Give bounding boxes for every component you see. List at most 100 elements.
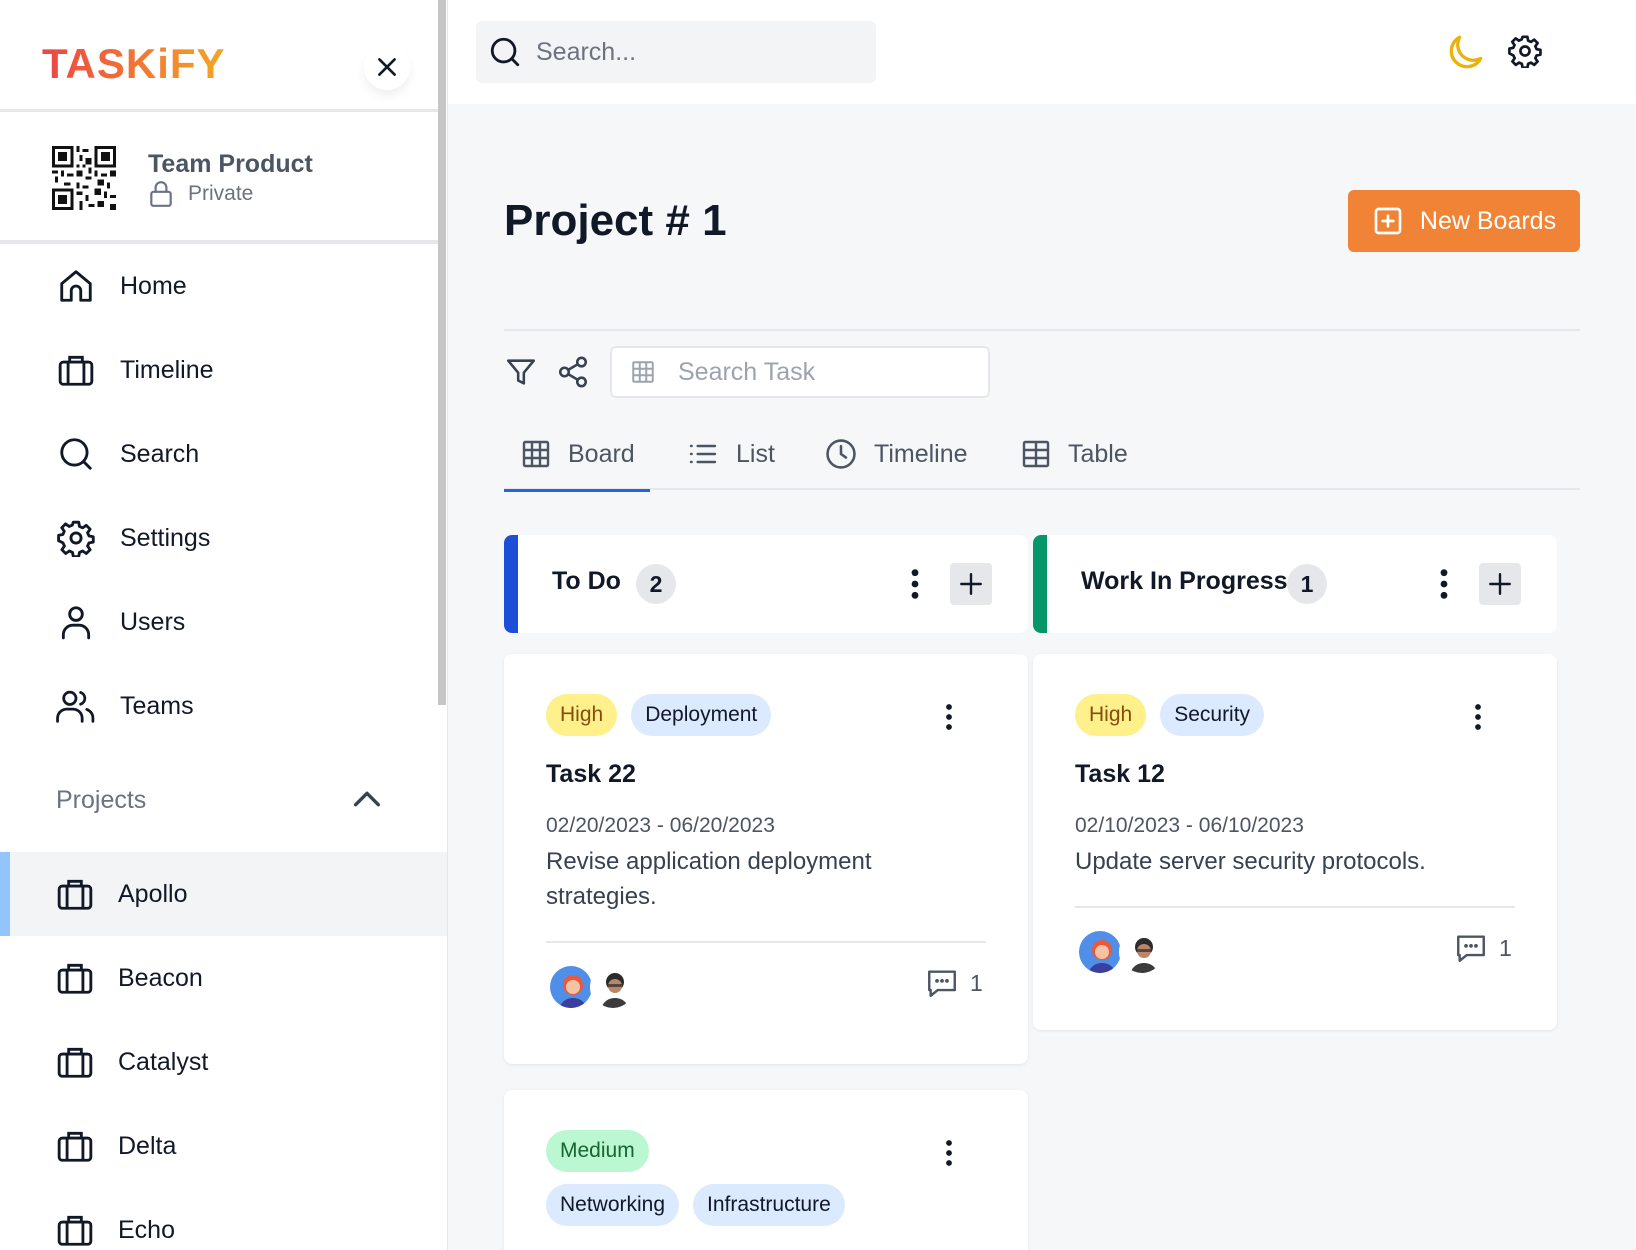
users-icon	[56, 686, 96, 726]
sidebar-item-label: Timeline	[120, 355, 214, 384]
more-vertical-icon[interactable]	[1473, 702, 1483, 732]
comments-count[interactable]: 1	[1453, 931, 1512, 965]
tab-board[interactable]: Board	[504, 418, 650, 492]
task-card[interactable]: High Deployment Task 22 02/20/2023 - 06/…	[504, 654, 1028, 1064]
global-search[interactable]	[476, 21, 876, 83]
search-input[interactable]	[536, 37, 856, 67]
task-card[interactable]: Medium Networking Infrastructure	[504, 1090, 1028, 1250]
project-item-beacon[interactable]: Beacon	[0, 936, 447, 1020]
home-icon	[56, 266, 96, 306]
sidebar-item-label: Search	[120, 439, 200, 468]
more-vertical-icon[interactable]	[944, 702, 954, 732]
briefcase-icon	[56, 875, 94, 913]
sidebar-item-label: Home	[120, 271, 187, 300]
tab-table[interactable]: Table	[1020, 418, 1128, 490]
task-title: Task 12	[1075, 760, 1165, 788]
task-title: Task 22	[546, 760, 636, 788]
column-count-badge: 2	[636, 564, 676, 604]
sidebar: TASKiFY Team Product Private Home Timeli…	[0, 0, 448, 1250]
project-item-label: Apollo	[118, 879, 188, 908]
comments-count[interactable]: 1	[924, 966, 983, 1000]
briefcase-icon	[56, 959, 94, 997]
task-dates: 02/10/2023 - 06/10/2023	[1075, 814, 1304, 837]
task-toolbar	[504, 344, 990, 400]
project-item-catalyst[interactable]: Catalyst	[0, 1020, 447, 1104]
column-header-in-progress: Work In Progress 1	[1033, 535, 1557, 633]
more-vertical-icon[interactable]	[944, 1138, 954, 1168]
task-description: Update server security protocols.	[1075, 848, 1426, 875]
gear-icon[interactable]	[1508, 34, 1542, 68]
project-item-echo[interactable]: Echo	[0, 1188, 447, 1250]
add-task-button[interactable]	[950, 563, 992, 605]
team-name: Team Product	[148, 150, 313, 178]
task-tags: Medium	[546, 1130, 649, 1172]
avatar[interactable]	[1119, 929, 1165, 975]
search-icon	[56, 434, 96, 474]
card-divider	[1075, 906, 1515, 908]
assignee-avatars	[548, 964, 636, 1010]
tab-label: List	[736, 439, 775, 468]
share-icon	[558, 356, 588, 388]
tab-label: Timeline	[874, 439, 968, 468]
sidebar-item-teams[interactable]: Teams	[0, 664, 438, 748]
project-item-apollo[interactable]: Apollo	[0, 852, 447, 936]
chat-icon	[928, 970, 956, 997]
avatar[interactable]	[590, 964, 636, 1010]
team-visibility-label: Private	[188, 182, 254, 205]
team-switcher[interactable]: Team Product Private	[0, 112, 438, 244]
view-tabs: Board List Timeline Table	[504, 418, 1580, 492]
project-item-label: Delta	[118, 1131, 177, 1160]
task-search[interactable]	[610, 346, 990, 398]
moon-icon[interactable]	[1444, 30, 1488, 74]
avatar[interactable]	[1077, 929, 1123, 975]
lock-icon	[150, 181, 172, 207]
sidebar-item-search[interactable]: Search	[0, 412, 438, 496]
briefcase-icon	[56, 1127, 94, 1165]
header-divider	[504, 329, 1580, 331]
table-icon	[1022, 440, 1050, 468]
projects-heading: Projects	[56, 785, 147, 814]
grid-icon	[522, 440, 550, 468]
task-card[interactable]: High Security Task 12 02/10/2023 - 06/10…	[1033, 654, 1557, 1030]
share-button[interactable]	[556, 355, 590, 389]
sidebar-scrollbar[interactable]	[438, 0, 446, 705]
filter-button[interactable]	[504, 355, 538, 389]
chevron-up-icon	[353, 791, 381, 807]
task-search-input[interactable]	[678, 357, 958, 387]
sidebar-item-home[interactable]: Home	[0, 244, 438, 328]
briefcase-icon	[56, 350, 96, 390]
close-sidebar-button[interactable]	[364, 44, 410, 90]
projects-section-header[interactable]: Projects	[0, 760, 438, 840]
category-tag: Deployment	[631, 694, 772, 736]
column-header-todo: To Do 2	[504, 535, 1028, 633]
sidebar-header: TASKiFY	[0, 0, 438, 112]
column-title: Work In Progress	[1081, 567, 1288, 595]
grid-icon	[632, 361, 654, 383]
project-item-label: Beacon	[118, 963, 203, 992]
sidebar-item-settings[interactable]: Settings	[0, 496, 438, 580]
close-icon	[378, 58, 396, 76]
task-description: Revise application deployment strategies…	[546, 848, 872, 910]
new-boards-button[interactable]: New Boards	[1348, 190, 1580, 252]
more-vertical-icon[interactable]	[1439, 567, 1449, 601]
gear-icon	[56, 518, 96, 558]
briefcase-icon	[56, 1211, 94, 1249]
tab-timeline[interactable]: Timeline	[824, 418, 968, 490]
task-tags: High Deployment	[546, 694, 772, 736]
priority-badge: Medium	[546, 1130, 649, 1172]
sidebar-item-users[interactable]: Users	[0, 580, 438, 664]
page-title: Project # 1	[504, 196, 727, 245]
sidebar-item-timeline[interactable]: Timeline	[0, 328, 438, 412]
add-task-button[interactable]	[1479, 563, 1521, 605]
avatar[interactable]	[548, 964, 594, 1010]
new-boards-label: New Boards	[1419, 206, 1557, 235]
project-item-delta[interactable]: Delta	[0, 1104, 447, 1188]
more-vertical-icon[interactable]	[910, 567, 920, 601]
tab-list[interactable]: List	[686, 418, 775, 490]
sidebar-item-label: Teams	[120, 691, 194, 720]
top-bar	[448, 0, 1636, 104]
main-content: Project # 1 New Boards Board List Timeli…	[448, 104, 1636, 1250]
plus-icon	[1489, 573, 1511, 595]
category-tag: Infrastructure	[693, 1184, 845, 1226]
clock-icon	[826, 439, 856, 469]
